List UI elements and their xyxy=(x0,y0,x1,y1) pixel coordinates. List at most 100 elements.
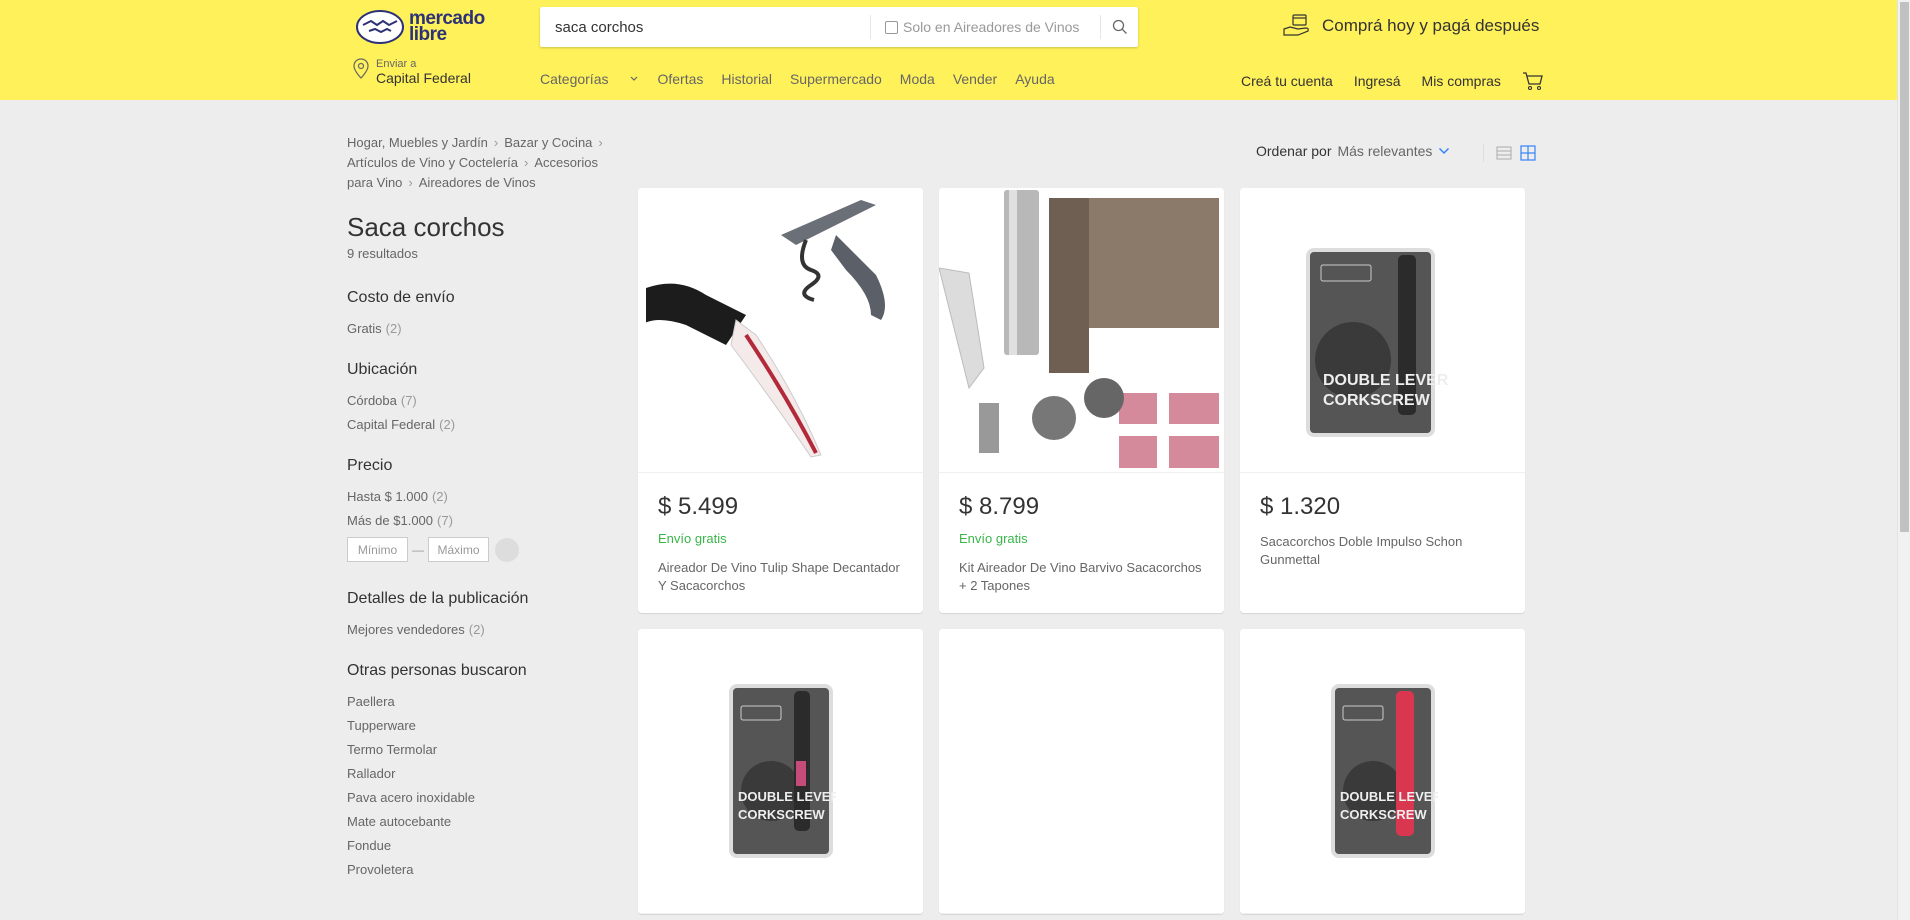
related-search-link[interactable]: Pava acero inoxidable xyxy=(347,786,627,810)
filter-option[interactable]: Capital Federal (2) xyxy=(347,413,627,437)
filters-sidebar: Hogar, Muebles y Jardín › Bazar y Cocina › … xyxy=(347,133,627,882)
breadcrumb-separator-icon: › xyxy=(598,135,603,150)
location-selector[interactable]: Enviar a Capital Federal xyxy=(352,58,471,87)
product-card[interactable]: DOUBLE LEVER CORKSCREW $ 1.320 Sacacorch… xyxy=(1240,188,1525,613)
product-card[interactable]: $ 5.499 Envío gratis Aireador De Vino Tu… xyxy=(638,188,923,613)
svg-text:CORKSCREW: CORKSCREW xyxy=(738,807,825,822)
nav-historial[interactable]: Historial xyxy=(721,71,772,87)
search-button[interactable] xyxy=(1100,15,1138,39)
product-title[interactable]: Aireador De Vino Tulip Shape Decantador … xyxy=(658,559,903,595)
filter-option-count: (2) xyxy=(468,622,485,637)
nav-categorias[interactable]: Categorías xyxy=(540,71,639,87)
nav-vender[interactable]: Vender xyxy=(953,71,997,87)
filter-title: Otras personas buscaron xyxy=(347,662,527,679)
product-card[interactable]: DOUBLE LEVER CORKSCREW xyxy=(1240,629,1525,914)
chevron-down-icon xyxy=(1439,147,1450,155)
svg-text:DOUBLE LEVER: DOUBLE LEVER xyxy=(1340,789,1438,804)
search-category-filter[interactable]: Solo en Aireadores de Vinos xyxy=(870,15,1100,39)
category-filter-label: Solo en Aireadores de Vinos xyxy=(903,19,1080,35)
filter-title: Precio xyxy=(347,457,393,474)
search-bar: Solo en Aireadores de Vinos xyxy=(540,7,1138,47)
breadcrumb-separator-icon: › xyxy=(493,135,499,150)
corkscrew-pack-red-image: DOUBLE LEVER CORKSCREW xyxy=(1330,684,1438,858)
price-min-input[interactable]: Mínimo xyxy=(347,537,408,562)
product-price: $ 8.799 xyxy=(959,493,1040,520)
filter-details: Detalles de la publicación Mejores vende… xyxy=(347,590,627,642)
price-max-input[interactable]: Máximo xyxy=(428,537,489,562)
product-title[interactable]: Sacacorchos Doble Impulso Schon Gunmetta… xyxy=(1260,533,1505,569)
vertical-scrollbar[interactable] xyxy=(1897,0,1910,920)
filter-option-count: (7) xyxy=(437,513,453,528)
breadcrumb-item[interactable]: Bazar y Cocina xyxy=(504,135,592,150)
related-search-link[interactable]: Mate autocebante xyxy=(347,810,627,834)
logo-text-line2: libre xyxy=(409,24,447,45)
related-search-link[interactable]: Termo Termolar xyxy=(347,738,627,762)
product-image[interactable]: DOUBLE LEVER CORKSCREW xyxy=(638,629,923,914)
price-range: Mínimo — Máximo xyxy=(347,537,627,562)
breadcrumb-item[interactable]: Aireadores de Vinos xyxy=(419,175,536,190)
filter-option-count: (2) xyxy=(431,489,448,504)
filter-option[interactable]: Mejores vendedores (2) xyxy=(347,618,627,642)
filter-option[interactable]: Gratis (2) xyxy=(347,317,627,341)
product-card[interactable]: $ 8.799 Envío gratis Kit Aireador De Vin… xyxy=(939,188,1224,613)
filter-option-label: Capital Federal xyxy=(347,417,436,432)
related-search-link[interactable]: Fondue xyxy=(347,834,627,858)
corkscrew-pack-gray-image: DOUBLE LEVER CORKSCREW xyxy=(1305,248,1448,437)
breadcrumb-item[interactable]: Artículos de Vino y Coctelería xyxy=(347,155,518,170)
related-search-link[interactable]: Provoletera xyxy=(347,858,627,882)
product-image-placeholder[interactable] xyxy=(939,629,1224,914)
breadcrumb-item[interactable]: Hogar, Muebles y Jardín xyxy=(347,135,488,150)
free-shipping-label: Envío gratis xyxy=(658,531,727,546)
related-search-link[interactable]: Tupperware xyxy=(347,714,627,738)
svg-text:CORKSCREW: CORKSCREW xyxy=(1340,807,1427,822)
search-input[interactable] xyxy=(540,7,870,47)
mercadolibre-logo[interactable]: mercado libre xyxy=(355,8,495,46)
breadcrumb-separator-icon: › xyxy=(524,155,529,170)
filter-option-label: Hasta $ 1.000 xyxy=(347,489,428,504)
filter-option[interactable]: Hasta $ 1.000 (2) xyxy=(347,485,627,509)
filter-title: Detalles de la publicación xyxy=(347,590,529,607)
main-nav: Categorías Ofertas Historial Supermercad… xyxy=(540,71,1073,87)
login-link[interactable]: Ingresá xyxy=(1354,73,1401,89)
product-card[interactable]: DOUBLE LEVER CORKSCREW xyxy=(638,629,923,914)
nav-ofertas[interactable]: Ofertas xyxy=(657,71,703,87)
cart-icon[interactable] xyxy=(1522,71,1544,91)
my-purchases-link[interactable]: Mis compras xyxy=(1422,73,1501,89)
user-nav: Creá tu cuenta Ingresá Mis compras xyxy=(1241,71,1544,91)
nav-ayuda[interactable]: Ayuda xyxy=(1015,71,1054,87)
page-title: Saca corchos xyxy=(347,212,505,242)
product-grid: $ 5.499 Envío gratis Aireador De Vino Tu… xyxy=(638,188,1525,914)
promo-banner[interactable]: Comprá hoy y pagá después xyxy=(1282,13,1539,39)
product-card[interactable] xyxy=(939,629,1224,914)
sort-label: Ordenar por xyxy=(1256,143,1332,159)
nav-supermercado[interactable]: Supermercado xyxy=(790,71,882,87)
filter-option[interactable]: Córdoba (7) xyxy=(347,389,627,413)
product-image[interactable] xyxy=(939,188,1224,473)
category-checkbox[interactable] xyxy=(885,20,898,34)
product-price: $ 5.499 xyxy=(658,493,739,520)
product-title[interactable]: Kit Aireador De Vino Barvivo Sacacorchos… xyxy=(959,559,1204,595)
related-searches: Otras personas buscaron Paellera Tupperw… xyxy=(347,662,627,882)
related-search-link[interactable]: Rallador xyxy=(347,762,627,786)
create-account-link[interactable]: Creá tu cuenta xyxy=(1241,73,1333,89)
nav-moda[interactable]: Moda xyxy=(900,71,935,87)
price-apply-button[interactable] xyxy=(495,537,519,562)
related-search-link[interactable]: Paellera xyxy=(347,690,627,714)
free-shipping-label: Envío gratis xyxy=(959,531,1028,546)
filter-option[interactable]: Más de $1.000 (7) xyxy=(347,509,627,533)
sort-value: Más relevantes xyxy=(1337,143,1433,159)
sort-selector[interactable]: Ordenar por Más relevantes xyxy=(1256,143,1450,159)
product-image[interactable] xyxy=(638,188,923,473)
filter-shipping: Costo de envío Gratis (2) xyxy=(347,289,627,341)
product-image[interactable]: DOUBLE LEVER CORKSCREW xyxy=(1240,629,1525,914)
list-view-icon[interactable] xyxy=(1496,145,1512,161)
view-toggles xyxy=(1483,144,1536,162)
scrollbar-thumb[interactable] xyxy=(1900,2,1909,532)
filter-option-label: Mejores vendedores xyxy=(347,622,465,637)
filter-option-count: (7) xyxy=(400,393,417,408)
filter-title: Costo de envío xyxy=(347,289,455,306)
product-image[interactable]: DOUBLE LEVER CORKSCREW xyxy=(1240,188,1525,473)
grid-view-icon[interactable] xyxy=(1520,145,1536,161)
header: mercado libre Solo en Aireadores de Vino… xyxy=(0,0,1897,100)
location-label: Enviar a xyxy=(376,58,417,70)
